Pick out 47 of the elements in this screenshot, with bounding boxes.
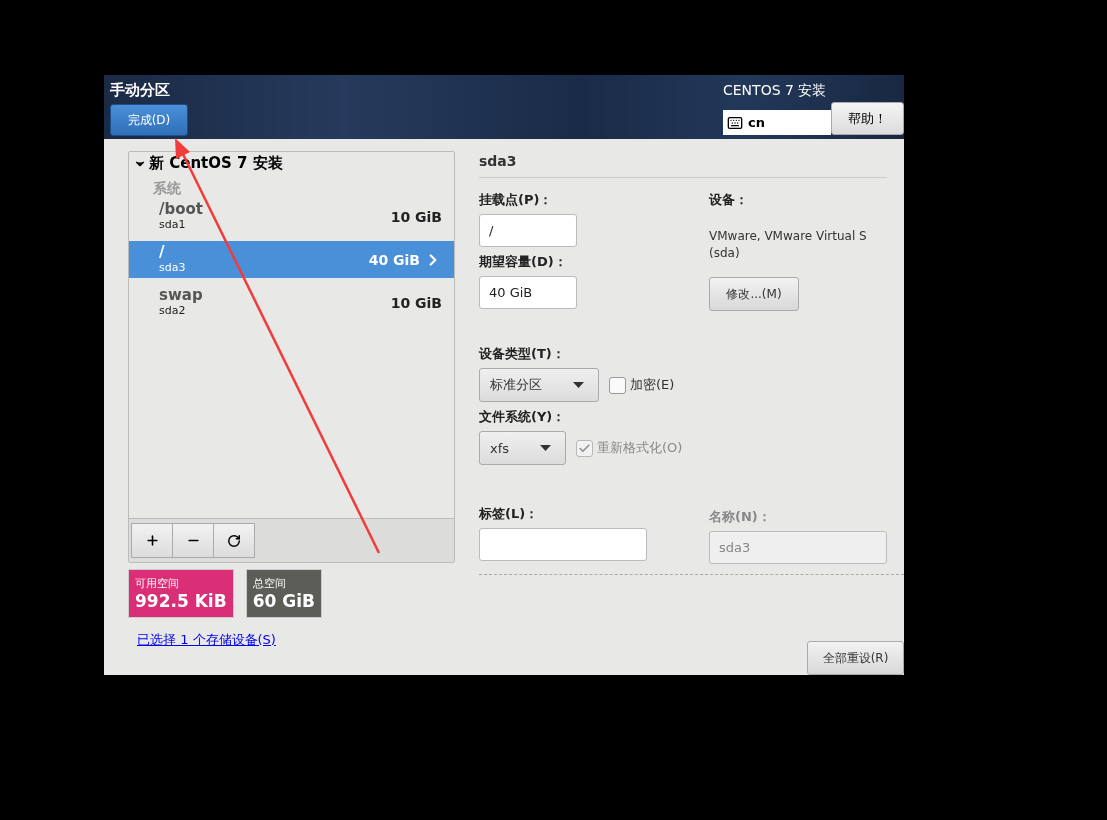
field-label: 标签(L)：	[479, 505, 540, 523]
label-field[interactable]	[479, 528, 647, 561]
partition-size: 10 GiB	[390, 294, 442, 311]
partition-title: sda3	[479, 151, 887, 178]
keyboard-icon	[727, 114, 743, 131]
storage-devices-link[interactable]: 已选择 1 个存储设备(S)	[137, 631, 276, 649]
plus-icon	[144, 533, 160, 548]
add-button[interactable]	[131, 523, 173, 558]
keyboard-layout-field[interactable]: cn	[723, 110, 831, 135]
partition-row[interactable]: swap sda2 10 GiB	[129, 284, 454, 321]
reset-all-button[interactable]: 全部重设(R)	[807, 641, 904, 675]
space-label: 可用空间	[135, 576, 180, 591]
device-type-dropdown[interactable]: 标准分区	[479, 368, 599, 402]
field-label: 文件系统(Y)：	[479, 408, 567, 426]
space-value: 60 GiB	[252, 591, 315, 611]
device-name: sda1	[159, 218, 187, 232]
modify-button[interactable]: 修改...(M)	[709, 277, 799, 311]
partition-row[interactable]: /boot sda1 10 GiB	[129, 198, 454, 235]
field-label: 名称(N)：	[709, 508, 772, 526]
caret-icon	[573, 382, 584, 388]
caret-icon	[540, 445, 551, 451]
device-name: sda2	[159, 304, 187, 318]
refresh-icon	[227, 533, 241, 548]
done-button[interactable]: 完成(D)	[110, 104, 188, 136]
space-value: 992.5 KiB	[135, 591, 227, 611]
mount-point-field[interactable]: /	[479, 214, 577, 247]
mount-point: swap	[159, 287, 204, 304]
mount-point: /	[159, 244, 166, 261]
page-title: 手动分区	[110, 81, 171, 100]
field-label: 设备：	[709, 191, 749, 209]
file-system-dropdown[interactable]: xfs	[479, 431, 566, 465]
field-label: 期望容量(D)：	[479, 253, 568, 271]
help-button[interactable]: 帮助！	[831, 102, 904, 135]
checkmark-icon	[578, 441, 591, 455]
checkbox[interactable]: 加密(E)	[609, 376, 675, 394]
device-description: VMware, VMware Virtual S (sda)	[709, 228, 868, 262]
group-heading: 系统	[152, 179, 182, 198]
capacity-field[interactable]: 40 GiB	[479, 276, 577, 309]
field-label: 设备类型(T)：	[479, 345, 566, 363]
field-label: 挂载点(P)：	[479, 191, 554, 209]
refresh-button[interactable]	[213, 523, 255, 558]
mount-point: /boot	[159, 201, 204, 218]
partition-size: 40 GiB	[368, 251, 420, 268]
product-title: CENTOS 7 安装	[723, 82, 827, 100]
space-label: 总空间	[252, 576, 287, 591]
partition-size: 10 GiB	[390, 208, 442, 225]
device-name: sda3	[159, 261, 187, 275]
